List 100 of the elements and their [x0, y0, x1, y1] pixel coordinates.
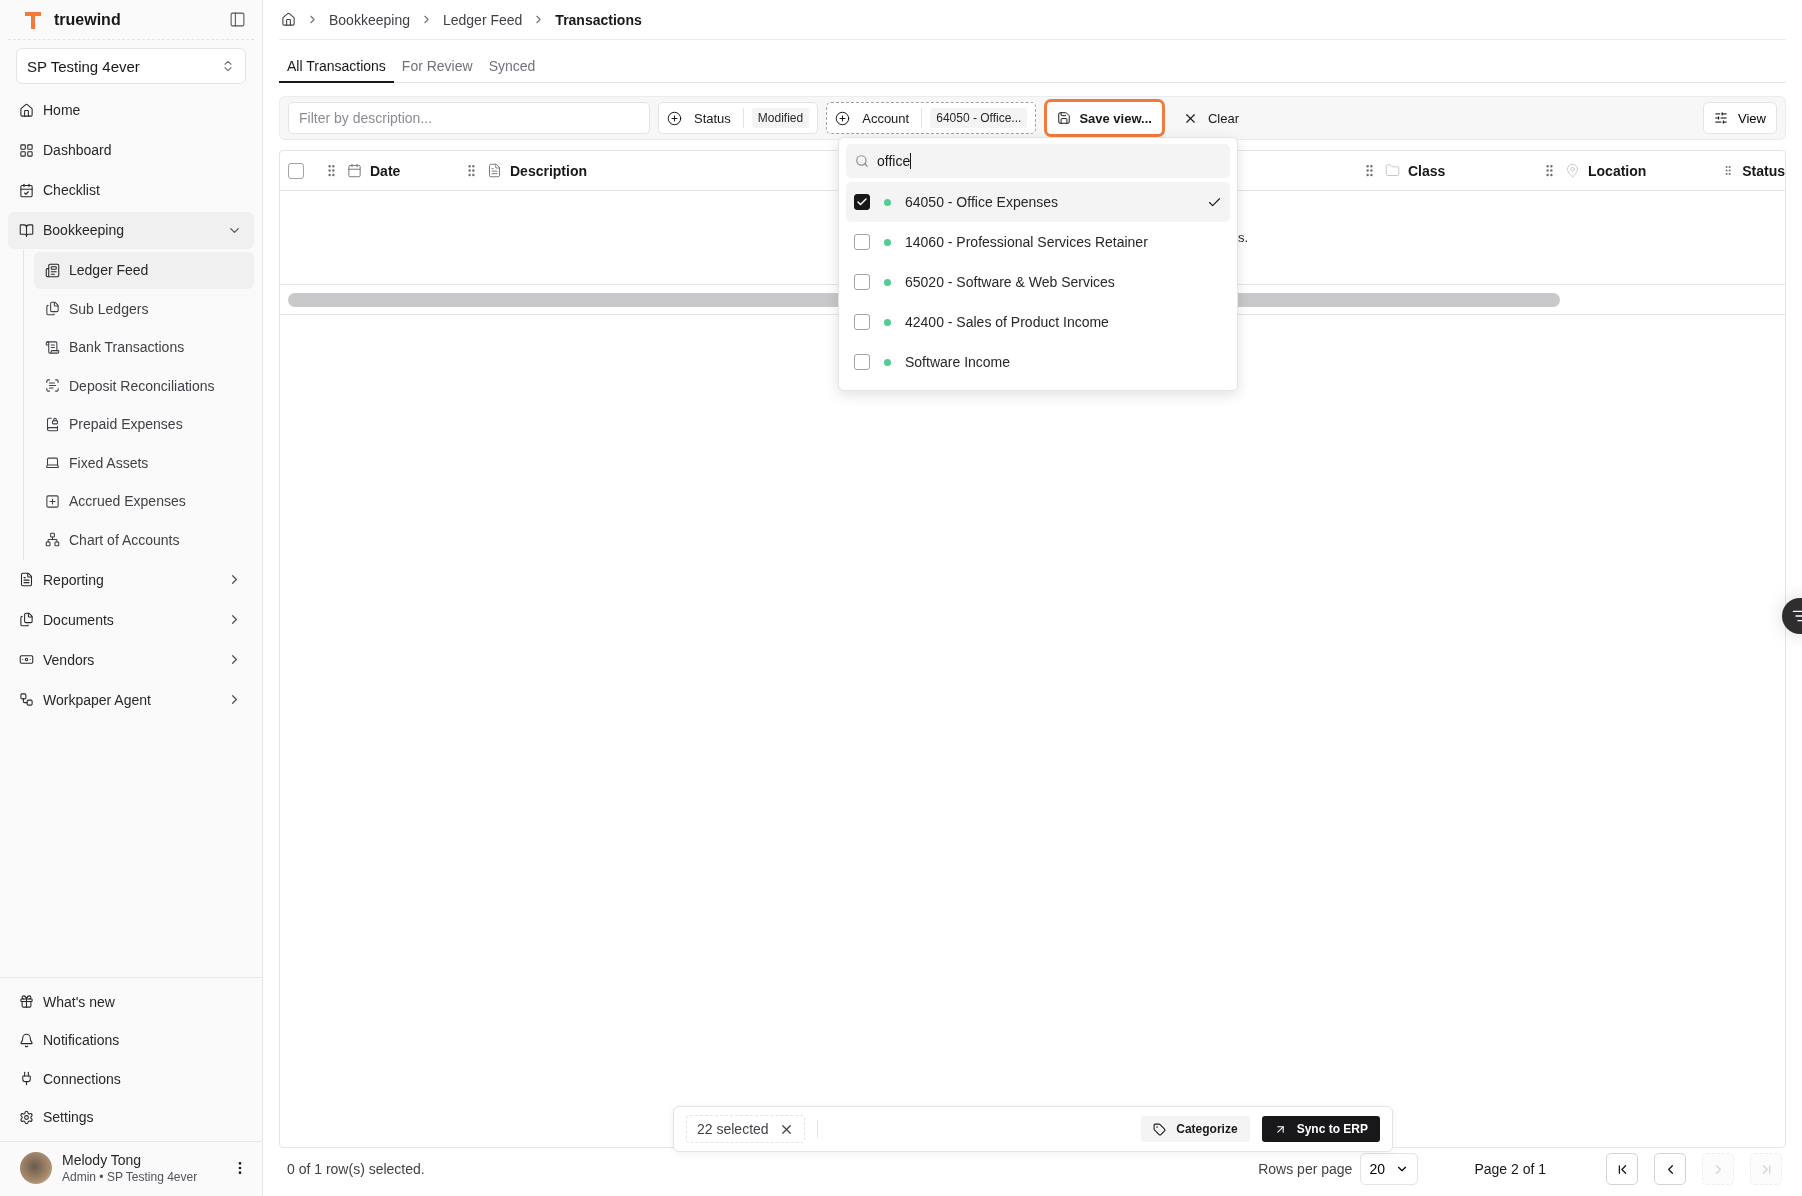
status-dot — [884, 318, 891, 326]
scroll-icon — [45, 339, 60, 355]
checkbox[interactable] — [854, 234, 870, 250]
breadcrumb-item: Transactions — [555, 11, 642, 28]
checkbox[interactable] — [854, 314, 870, 330]
user-name: Melody Tong — [62, 1152, 143, 1168]
page-size-select[interactable]: 20 — [1360, 1153, 1419, 1185]
nav-item[interactable]: Checklist — [8, 171, 254, 209]
brand-name: truewind — [54, 10, 122, 29]
breadcrumb-item[interactable]: Bookkeeping — [329, 11, 410, 28]
tab[interactable]: For Review — [393, 52, 481, 83]
location-icon — [1565, 163, 1580, 178]
rows-per-page-label: Rows per page — [1258, 1161, 1353, 1177]
nav-subitem[interactable]: Accrued Expenses — [34, 482, 254, 520]
column-header[interactable]: Description — [510, 162, 587, 179]
search-icon — [855, 154, 869, 168]
files-icon — [19, 612, 34, 627]
sliders-icon — [1714, 111, 1729, 125]
bell-icon — [19, 1032, 34, 1048]
nav-item[interactable]: Documents — [8, 601, 254, 638]
status-dot — [884, 238, 891, 246]
plus-circle-icon — [835, 110, 851, 126]
tag-icon — [1153, 1122, 1167, 1136]
nav-subitem[interactable]: Fixed Assets — [34, 444, 254, 481]
tab[interactable]: All Transactions — [279, 52, 394, 83]
save-icon — [1057, 111, 1072, 125]
laptop-icon — [45, 455, 60, 470]
settings-icon — [19, 1109, 34, 1125]
footer-nav-item[interactable]: Connections — [8, 1060, 254, 1097]
workflow-icon — [19, 692, 34, 707]
clear-button[interactable]: Clear — [1172, 102, 1249, 134]
breadcrumb-item[interactable]: Ledger Feed — [442, 11, 523, 28]
account-option[interactable]: 65020 - Software & Web Services — [846, 262, 1230, 302]
nav-subitem[interactable]: Bank Transactions — [34, 328, 254, 366]
user-role: Admin • SP Testing 4ever — [62, 1170, 199, 1184]
checkbox[interactable] — [854, 274, 870, 290]
empty-message: s. — [1238, 230, 1249, 245]
plus-square-icon — [45, 493, 60, 509]
selection-count: 0 of 1 row(s) selected. — [287, 1161, 425, 1177]
footer-nav-item[interactable]: What's new — [8, 983, 254, 1020]
tab[interactable]: Synced — [480, 52, 544, 83]
sidebar-toggle-icon[interactable] — [229, 11, 246, 28]
nav-item[interactable]: Reporting — [8, 561, 254, 598]
account-option[interactable]: 64050 - Office Expenses — [846, 182, 1230, 222]
account-option[interactable]: Software Income — [846, 342, 1230, 382]
nav-subitem[interactable]: Prepaid Expenses — [34, 405, 254, 443]
nav-item[interactable]: Dashboard — [8, 131, 254, 169]
hierarchy-icon — [45, 532, 60, 547]
nav-item[interactable]: Home — [8, 91, 254, 129]
nav-item[interactable]: Workpaper Agent — [8, 681, 254, 718]
categorize-button[interactable]: Categorize — [1141, 1116, 1250, 1142]
files-icon — [45, 301, 60, 316]
nav-subitem[interactable]: Sub Ledgers — [34, 290, 254, 327]
nav-item[interactable]: Vendors — [8, 641, 254, 678]
banknote-icon — [19, 652, 34, 667]
footer-nav-item[interactable]: Notifications — [8, 1021, 254, 1059]
nav-subitem[interactable]: Ledger Feed — [34, 251, 254, 289]
status-dot — [884, 278, 891, 286]
book-icon — [19, 222, 34, 238]
home-icon — [19, 102, 34, 118]
column-header[interactable]: Status — [1742, 162, 1785, 179]
nav-subitem[interactable]: Chart of Accounts — [34, 521, 254, 558]
account-option[interactable]: 42400 - Sales of Product Income — [846, 302, 1230, 342]
calendar-icon — [347, 163, 362, 178]
column-header[interactable]: Date — [370, 162, 401, 179]
document-icon — [19, 572, 34, 587]
sync-button[interactable]: Sync to ERP — [1261, 1116, 1380, 1142]
scan-icon — [45, 378, 60, 393]
pagination-button[interactable] — [1606, 1153, 1638, 1185]
checkbox[interactable] — [854, 354, 870, 370]
plus-circle-icon — [667, 110, 682, 126]
column-header[interactable]: Class — [1408, 162, 1446, 179]
footer-nav-item[interactable]: Settings — [8, 1098, 254, 1136]
account-option[interactable]: 14060 - Professional Services Retainer — [846, 222, 1230, 262]
column-header[interactable]: Location — [1588, 162, 1647, 179]
folder-icon — [1385, 163, 1400, 178]
search-field[interactable]: office — [846, 144, 1230, 178]
workspace-selector[interactable]: SP Testing 4ever — [16, 48, 246, 84]
avatar-icon — [20, 1152, 52, 1184]
document-icon — [487, 163, 502, 178]
logo-icon — [24, 9, 42, 30]
nav-subitem[interactable]: Deposit Reconciliations — [34, 367, 254, 404]
status-dot — [884, 358, 891, 366]
home-icon[interactable] — [281, 12, 296, 27]
grid-icon — [19, 142, 34, 158]
selection-badge[interactable]: 22 selected — [686, 1115, 805, 1143]
page-indicator: Page 2 of 1 — [1474, 1161, 1546, 1177]
view-button[interactable]: View — [1703, 102, 1777, 134]
save-view-button[interactable]: Save view... — [1044, 99, 1165, 137]
nav-item[interactable]: Bookkeeping — [8, 211, 254, 249]
filter-chip[interactable]: Status Modified — [658, 102, 819, 134]
select-all-checkbox[interactable] — [288, 162, 304, 179]
status-dot — [884, 198, 891, 206]
checkbox[interactable] — [854, 194, 870, 210]
checkmark-icon — [856, 196, 868, 208]
calendar-icon — [19, 182, 34, 198]
gift-icon — [19, 994, 34, 1009]
filter-chip[interactable]: Account 64050 - Office... — [826, 102, 1037, 134]
filter-field[interactable]: Filter by description... — [288, 102, 650, 134]
plug-icon — [19, 1071, 34, 1086]
